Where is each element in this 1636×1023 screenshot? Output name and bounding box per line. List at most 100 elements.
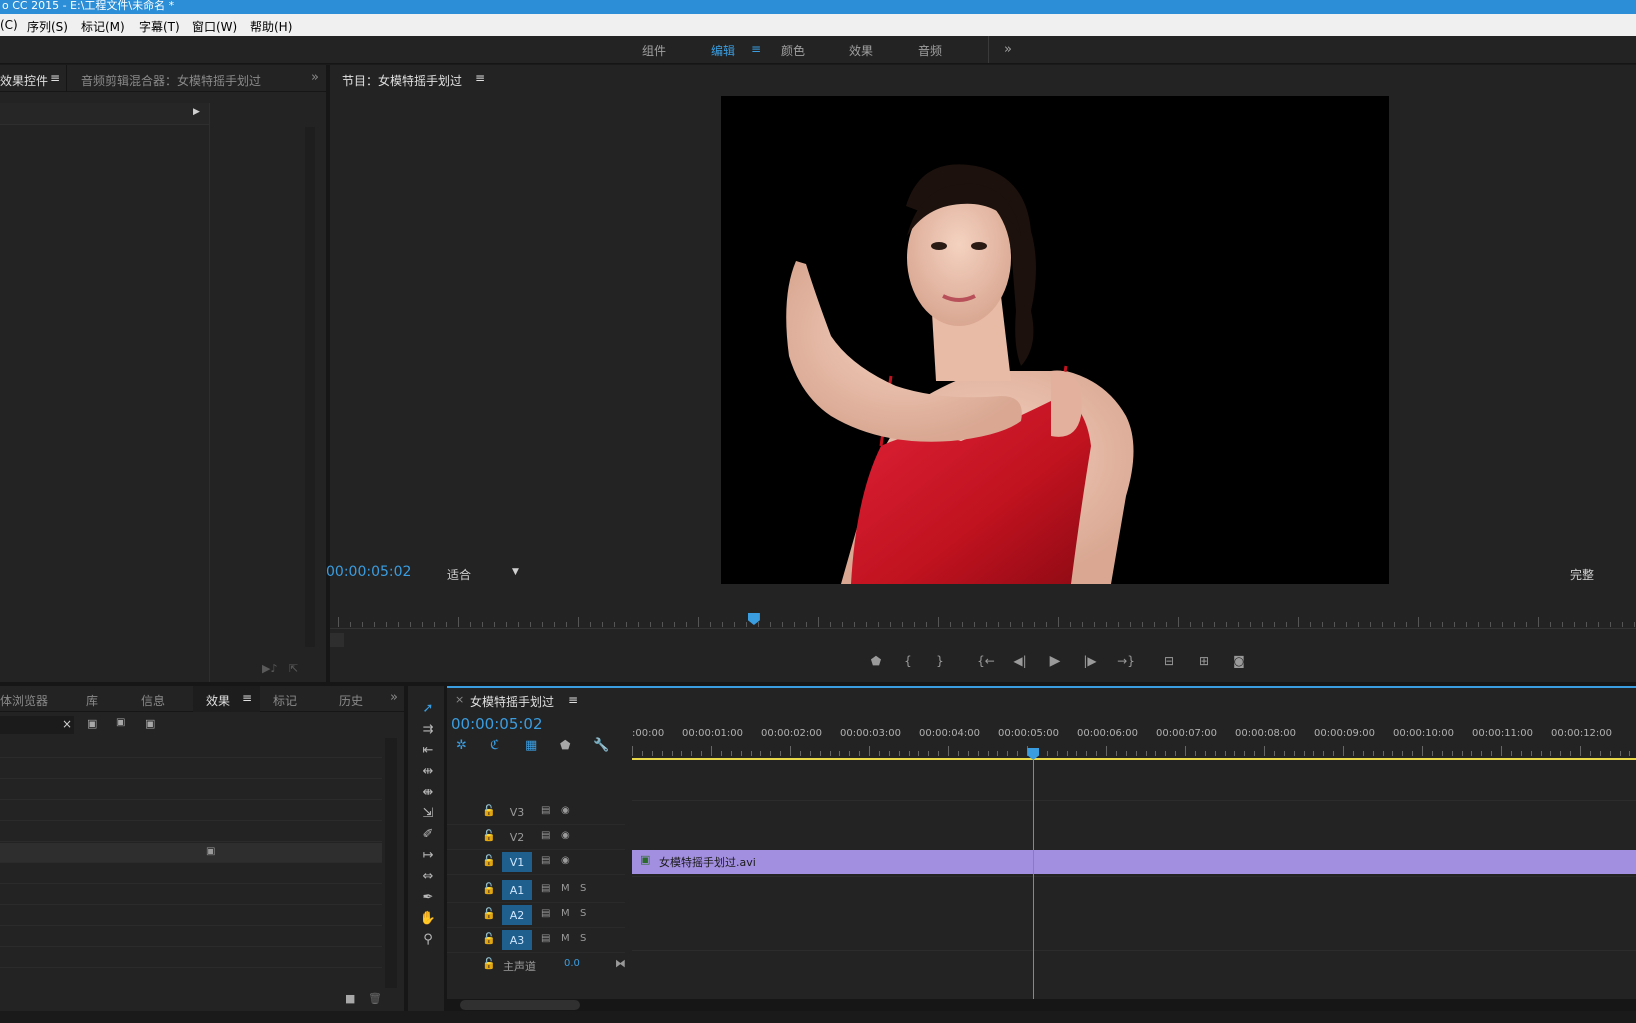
timeline-timecode[interactable]: 00:00:05:02 bbox=[451, 715, 543, 733]
lock-icon[interactable]: 🔓 bbox=[482, 882, 496, 895]
go-to-out-icon[interactable]: →} bbox=[1115, 651, 1137, 671]
effects-folder-row[interactable]: ▣ bbox=[0, 843, 382, 863]
sync-lock-icon[interactable]: ▤ bbox=[541, 933, 550, 944]
tab-audio-clip-mixer[interactable]: 音频剪辑混合器：女模特摇手划过 bbox=[81, 72, 261, 89]
add-marker-timeline-icon[interactable]: ▦ bbox=[525, 738, 537, 753]
monitor-menu-icon[interactable]: ≡ bbox=[475, 71, 485, 85]
mute-button[interactable]: M bbox=[561, 883, 570, 894]
zoom-dropdown-icon[interactable]: ▼ bbox=[512, 567, 519, 577]
rate-tool-icon[interactable]: ⇔ bbox=[419, 867, 437, 885]
lift-icon[interactable]: ⊟ bbox=[1158, 651, 1180, 671]
effects-scrollbar[interactable] bbox=[385, 738, 397, 988]
step-back-icon[interactable]: ◀| bbox=[1010, 651, 1030, 671]
workspace-overflow-icon[interactable]: » bbox=[1004, 42, 1012, 57]
solo-button[interactable]: S bbox=[580, 933, 586, 944]
eye-icon[interactable]: ◉ bbox=[561, 805, 570, 816]
rate-stretch-tool-icon[interactable]: ⇼ bbox=[419, 783, 437, 801]
go-to-edit-point-icon[interactable]: ⧓ bbox=[615, 957, 626, 970]
video-clip[interactable]: ▣ 女模特摇手划过.avi bbox=[632, 850, 1636, 874]
sync-lock-icon[interactable]: ▤ bbox=[541, 830, 550, 841]
menu-item-sequence[interactable]: 序列(S) bbox=[27, 18, 68, 35]
workspace-color[interactable]: 颜色 bbox=[781, 42, 805, 59]
workspace-audio[interactable]: 音频 bbox=[918, 42, 942, 59]
scrollbar[interactable] bbox=[305, 127, 315, 647]
tab-media-browser[interactable]: 体浏览器 bbox=[0, 692, 48, 709]
lock-icon[interactable]: 🔓 bbox=[482, 957, 496, 970]
work-area-bar[interactable] bbox=[632, 758, 1636, 760]
effects-folder-row[interactable] bbox=[0, 801, 382, 821]
lock-icon[interactable]: 🔓 bbox=[482, 907, 496, 920]
timeline-scrollbar-thumb[interactable] bbox=[460, 1000, 580, 1010]
close-sequence-icon[interactable]: × bbox=[455, 693, 464, 706]
step-forward-icon[interactable]: |▶ bbox=[1080, 651, 1100, 671]
solo-button[interactable]: S bbox=[580, 883, 586, 894]
quality-select[interactable]: 完整 bbox=[1570, 566, 1594, 583]
panel-menu-icon[interactable]: ≡ bbox=[50, 71, 60, 85]
monitor-time-ruler[interactable] bbox=[330, 613, 1636, 629]
sync-lock-icon[interactable]: ▤ bbox=[541, 908, 550, 919]
tab-effects[interactable]: 效果 bbox=[206, 692, 230, 709]
lock-icon[interactable]: 🔓 bbox=[482, 829, 496, 842]
effects-folder-row[interactable] bbox=[0, 906, 382, 926]
sync-lock-icon[interactable]: ▤ bbox=[541, 855, 550, 866]
solo-button[interactable]: S bbox=[580, 908, 586, 919]
play-icon[interactable]: ▶ bbox=[1045, 651, 1065, 671]
eye-icon[interactable]: ◉ bbox=[561, 855, 570, 866]
mark-out-icon[interactable]: } bbox=[930, 651, 950, 671]
effects-folder-row[interactable] bbox=[0, 780, 382, 800]
expand-arrow-icon[interactable]: ▶ bbox=[193, 107, 200, 117]
yuv-effects-icon[interactable]: ▣ bbox=[145, 717, 155, 730]
timeline-playhead[interactable] bbox=[1027, 748, 1040, 1012]
timeline-ruler[interactable]: :00:00 00:00:01:00 00:00:02:00 00:00:03:00 0… bbox=[632, 728, 1636, 762]
effects-folder-row[interactable] bbox=[0, 738, 382, 758]
play-audio-icon[interactable]: ▶♪ bbox=[262, 662, 277, 675]
sync-lock-icon[interactable]: ▤ bbox=[541, 805, 550, 816]
menu-item-marker[interactable]: 标记(M) bbox=[81, 18, 125, 35]
lock-icon[interactable]: 🔓 bbox=[482, 854, 496, 867]
ripple-edit-tool-icon[interactable]: ⇤ bbox=[419, 741, 437, 759]
mute-button[interactable]: M bbox=[561, 933, 570, 944]
sequence-menu-icon[interactable]: ≡ bbox=[568, 693, 578, 707]
track-label-a1[interactable]: A1 bbox=[502, 880, 532, 900]
hand-tool-icon[interactable]: ✋ bbox=[419, 909, 437, 927]
effects-folder-row[interactable] bbox=[0, 948, 382, 968]
export-icon[interactable]: ⇱ bbox=[289, 662, 298, 675]
pen-tool-icon[interactable]: ✒ bbox=[419, 888, 437, 906]
effects-overflow-icon[interactable]: » bbox=[390, 690, 398, 705]
extract-icon[interactable]: ⊞ bbox=[1193, 651, 1215, 671]
zoom-select[interactable]: 适合 bbox=[447, 566, 471, 583]
tab-markers[interactable]: 标记 bbox=[273, 692, 297, 709]
monitor-scroll-handle[interactable] bbox=[330, 633, 344, 647]
effects-menu-icon[interactable]: ≡ bbox=[242, 691, 252, 705]
slip-tool-icon[interactable]: ✐ bbox=[419, 825, 437, 843]
sync-lock-icon[interactable]: ▤ bbox=[541, 883, 550, 894]
slide-tool-icon[interactable]: ↦ bbox=[419, 846, 437, 864]
menu-item-edit[interactable]: (C) bbox=[0, 18, 18, 32]
export-frame-icon[interactable]: ◙ bbox=[1228, 651, 1250, 671]
snap-icon[interactable]: ✲ bbox=[456, 738, 467, 753]
accelerated-effects-icon[interactable]: ▣ bbox=[87, 717, 97, 730]
monitor-timecode[interactable]: 00:00:05:02 bbox=[326, 564, 411, 580]
workspace-editing[interactable]: 编辑 bbox=[711, 42, 735, 59]
eye-icon[interactable]: ◉ bbox=[561, 830, 570, 841]
selection-tool-icon[interactable]: ➚ bbox=[419, 699, 437, 717]
master-volume[interactable]: 0.0 bbox=[564, 958, 580, 969]
workspace-assembly[interactable]: 组件 bbox=[642, 42, 666, 59]
new-bin-icon[interactable]: ■ bbox=[345, 992, 355, 1005]
effects-folder-row[interactable] bbox=[0, 927, 382, 947]
lock-icon[interactable]: 🔓 bbox=[482, 932, 496, 945]
track-select-tool-icon[interactable]: ⇉ bbox=[419, 720, 437, 738]
tab-history[interactable]: 历史 bbox=[339, 692, 363, 709]
marker-icon[interactable]: ⬟ bbox=[560, 738, 570, 752]
delete-icon[interactable]: 🗑 bbox=[368, 992, 382, 1005]
tab-libraries[interactable]: 库 bbox=[86, 692, 98, 709]
timeline-settings-icon[interactable]: 🔧 bbox=[593, 738, 609, 753]
effects-folder-row[interactable] bbox=[0, 864, 382, 884]
track-label-v2[interactable]: V2 bbox=[502, 827, 532, 847]
lock-icon[interactable]: 🔓 bbox=[482, 804, 496, 817]
effects-folder-row[interactable] bbox=[0, 822, 382, 842]
track-label-a2[interactable]: A2 bbox=[502, 905, 532, 925]
menu-item-title[interactable]: 字幕(T) bbox=[139, 18, 180, 35]
clear-search-icon[interactable]: × bbox=[62, 717, 72, 731]
razor-tool-icon[interactable]: ⇲ bbox=[419, 804, 437, 822]
